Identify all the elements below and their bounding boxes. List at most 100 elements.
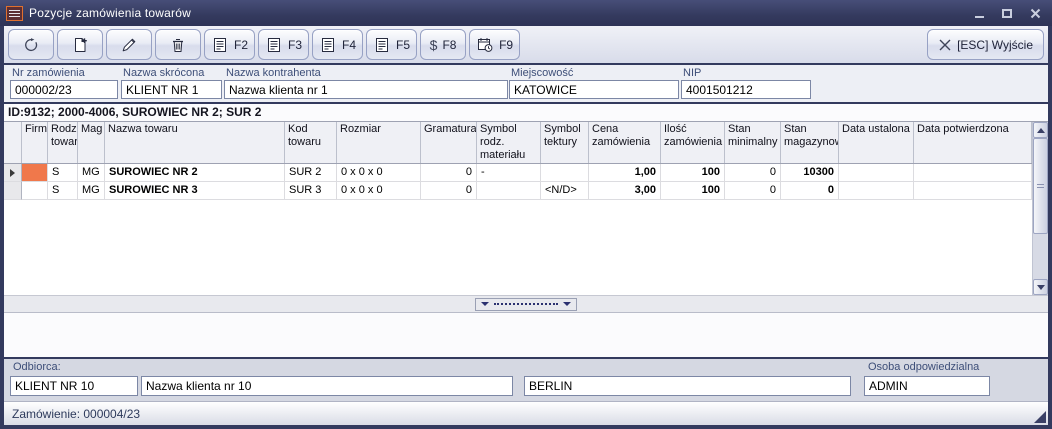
report-f4-button[interactable]: F4 — [312, 29, 363, 60]
recipient-code-input[interactable]: KLIENT NR 10 — [10, 376, 138, 396]
header-kod-towaru[interactable]: Kod towaru — [285, 122, 337, 163]
grid-area: Firma Rodz. towaru Mag Nazwa towaru Kod … — [4, 121, 1048, 295]
order-number-field: Nr zamówienia 000002/23 — [10, 67, 118, 99]
header-mag[interactable]: Mag — [78, 122, 105, 163]
filter-panel: Nr zamówienia 000002/23 Nazwa skrócona K… — [4, 65, 1048, 104]
maximize-button[interactable] — [998, 5, 1016, 21]
cell-ilosc: 100 — [661, 164, 725, 182]
report-f2-button[interactable]: F2 — [204, 29, 255, 60]
header-cena-zamowienia[interactable]: Cena zamówienia — [589, 122, 661, 163]
header-stan-magazynowy[interactable]: Stan magazynowy — [781, 122, 839, 163]
cell-symbol-tektury: <N/D> — [541, 182, 589, 200]
report-f5-button[interactable]: F5 — [366, 29, 417, 60]
cell-stan-min: 0 — [725, 182, 781, 200]
resize-grip[interactable] — [1034, 411, 1046, 423]
minimize-button[interactable] — [970, 5, 988, 21]
f5-label: F5 — [396, 38, 410, 52]
cell-symbol-rodz: - — [477, 164, 541, 182]
recipient-name-input[interactable]: Nazwa klienta nr 10 — [141, 376, 513, 396]
city-input[interactable]: KATOWICE — [509, 80, 679, 99]
f8-label: F8 — [442, 38, 456, 52]
cell-kod: SUR 3 — [285, 182, 337, 200]
f2-label: F2 — [234, 38, 248, 52]
app-icon — [6, 6, 23, 21]
close-icon — [1030, 8, 1041, 19]
scroll-up-button[interactable] — [1033, 122, 1048, 138]
cell-rozmiar: 0 x 0 x 0 — [337, 164, 421, 182]
table-row[interactable]: S MG SUROWIEC NR 2 SUR 2 0 x 0 x 0 0 - 1… — [4, 164, 1032, 182]
status-order-text: Zamówienie: 000004/23 — [12, 407, 140, 421]
cell-data-potwierdzona — [914, 164, 1032, 182]
cell-firma — [22, 182, 48, 200]
header-stan-minimalny[interactable]: Stan minimalny — [725, 122, 781, 163]
statusbar: Zamówienie: 000004/23 — [4, 401, 1048, 425]
cell-stan-min: 0 — [725, 164, 781, 182]
splitter-dots-icon — [494, 303, 558, 305]
close-button[interactable] — [1026, 5, 1044, 21]
short-name-input[interactable]: KLIENT NR 1 — [121, 80, 222, 99]
vertical-scrollbar[interactable] — [1032, 122, 1048, 295]
exit-button[interactable]: [ESC] Wyjście — [927, 29, 1044, 60]
cell-mag: MG — [78, 164, 105, 182]
collapse-down-icon — [481, 302, 489, 306]
f9-label: F9 — [499, 38, 513, 52]
schedule-f9-button[interactable]: F9 — [469, 29, 520, 60]
current-row-arrow-icon — [10, 169, 15, 177]
contractor-name-field: Nazwa kontrahenta Nazwa klienta nr 1 — [224, 67, 508, 99]
calendar-clock-icon — [476, 36, 494, 54]
cell-rodz: S — [48, 164, 78, 182]
scrollbar-track[interactable] — [1033, 234, 1048, 279]
cell-nazwa: SUROWIEC NR 2 — [105, 164, 285, 182]
new-button[interactable] — [57, 29, 103, 60]
order-number-input[interactable]: 000002/23 — [10, 80, 118, 99]
header-symbol-tektury[interactable]: Symbol tektury — [541, 122, 589, 163]
dollar-icon: $ — [430, 37, 438, 53]
row-selector — [4, 164, 22, 182]
cell-rozmiar: 0 x 0 x 0 — [337, 182, 421, 200]
header-symbol-rodz-materialu[interactable]: Symbol rodz. materiału — [477, 122, 541, 163]
delete-button[interactable] — [155, 29, 201, 60]
cell-nazwa: SUROWIEC NR 3 — [105, 182, 285, 200]
header-gramatura[interactable]: Gramatura — [421, 122, 477, 163]
header-rozmiar[interactable]: Rozmiar — [337, 122, 421, 163]
cell-stan-mag: 10300 — [781, 164, 839, 182]
nip-input[interactable]: 4001501212 — [681, 80, 811, 99]
record-info: ID:9132; 2000-4006, SUROWIEC NR 2; SUR 2 — [4, 104, 1048, 121]
edit-button[interactable] — [106, 29, 152, 60]
header-data-potwierdzona[interactable]: Data potwierdzona — [914, 122, 1032, 163]
document-icon — [211, 36, 229, 54]
titlebar: Pozycje zamówienia towarów — [0, 0, 1052, 26]
cell-firma — [22, 164, 48, 182]
price-f8-button[interactable]: $ F8 — [420, 29, 466, 60]
header-nazwa-towaru[interactable]: Nazwa towaru — [105, 122, 285, 163]
contractor-name-input[interactable]: Nazwa klienta nr 1 — [224, 80, 508, 99]
city-field: Miejscowość KATOWICE — [509, 67, 679, 99]
document-icon — [373, 36, 391, 54]
table-row[interactable]: S MG SUROWIEC NR 3 SUR 3 0 x 0 x 0 0 <N/… — [4, 182, 1032, 200]
header-ilosc-zamowienia[interactable]: Ilość zamówienia — [661, 122, 725, 163]
grid-header: Firma Rodz. towaru Mag Nazwa towaru Kod … — [4, 122, 1032, 164]
header-data-ustalona[interactable]: Data ustalona — [839, 122, 914, 163]
cell-cena: 3,00 — [589, 182, 661, 200]
recipient-city-input[interactable]: BERLIN — [524, 376, 851, 396]
header-firma[interactable]: Firma — [22, 122, 48, 163]
scrollbar-thumb[interactable] — [1033, 138, 1048, 234]
responsible-person-label: Osoba odpowiedzialna — [868, 361, 979, 373]
thumb-grip-icon — [1037, 184, 1044, 188]
responsible-person-input[interactable]: ADMIN — [864, 376, 990, 396]
trash-icon — [169, 36, 187, 54]
document-icon — [319, 36, 337, 54]
header-rodz-towaru[interactable]: Rodz. towaru — [48, 122, 78, 163]
nip-label: NIP — [683, 67, 811, 79]
splitter-handle[interactable] — [475, 298, 577, 311]
arrow-up-icon — [1037, 128, 1045, 133]
f3-label: F3 — [288, 38, 302, 52]
window-controls — [970, 5, 1044, 21]
cell-gramatura: 0 — [421, 182, 477, 200]
report-f3-button[interactable]: F3 — [258, 29, 309, 60]
arrow-down-icon — [1037, 285, 1045, 290]
f4-label: F4 — [342, 38, 356, 52]
scroll-down-button[interactable] — [1033, 279, 1048, 295]
refresh-button[interactable] — [8, 29, 54, 60]
window-body: F2 F3 F4 F5 — [4, 26, 1048, 425]
